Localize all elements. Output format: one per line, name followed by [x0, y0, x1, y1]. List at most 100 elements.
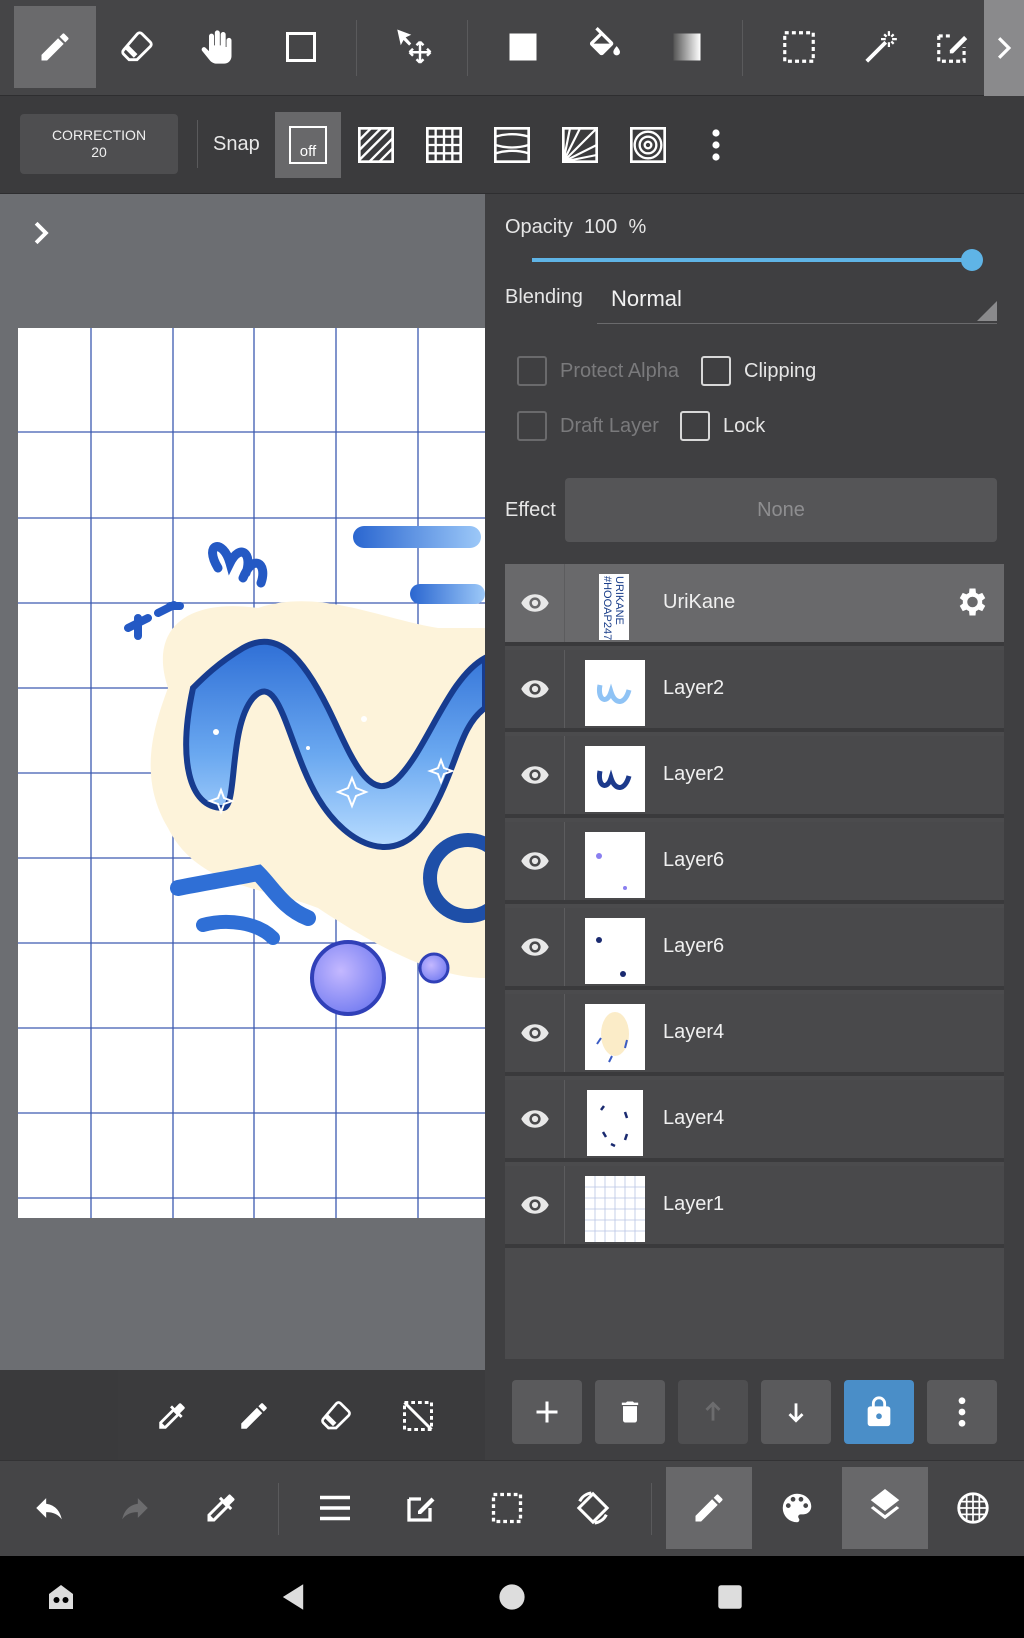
- layer-row[interactable]: Layer4: [505, 1080, 1004, 1162]
- rotate-canvas-button[interactable]: [550, 1467, 636, 1549]
- hand-icon: [201, 30, 232, 64]
- nav-recents-button[interactable]: [705, 1572, 755, 1622]
- opacity-slider[interactable]: [532, 249, 983, 271]
- gradient-tool-button[interactable]: [646, 6, 728, 88]
- visibility-toggle[interactable]: [505, 736, 565, 814]
- visibility-toggle[interactable]: [505, 564, 565, 642]
- layer-row[interactable]: Layer1: [505, 1166, 1004, 1248]
- snap-circle-button[interactable]: [615, 112, 681, 178]
- move-layer-up-button[interactable]: [678, 1380, 748, 1444]
- clipping-checkbox[interactable]: [701, 356, 731, 386]
- menu-button[interactable]: [292, 1467, 378, 1549]
- snap-radial-button[interactable]: [547, 112, 613, 178]
- move-layer-down-button[interactable]: [761, 1380, 831, 1444]
- snap-more-button[interactable]: [683, 112, 749, 178]
- deselect-button[interactable]: [390, 1388, 446, 1444]
- snap-off-button[interactable]: off: [275, 112, 341, 178]
- edit-canvas-button[interactable]: [378, 1467, 464, 1549]
- edit-icon: [407, 1497, 435, 1522]
- undo-icon: [36, 1498, 62, 1520]
- layer-name: Layer2: [663, 677, 725, 699]
- correction-value: 20: [91, 144, 107, 160]
- more-tools-button[interactable]: [984, 0, 1024, 96]
- effect-button[interactable]: None: [565, 478, 997, 542]
- deselect-icon: [403, 1401, 433, 1431]
- snap-parallel-button[interactable]: [343, 112, 409, 178]
- snap-radial-icon: [562, 127, 598, 163]
- move-tool-button[interactable]: [372, 6, 454, 88]
- selection-button[interactable]: [464, 1467, 550, 1549]
- add-layer-button[interactable]: [512, 1380, 582, 1444]
- nav-back-button[interactable]: [268, 1572, 318, 1622]
- canvas-area[interactable]: [0, 194, 485, 1370]
- visibility-toggle[interactable]: [505, 650, 565, 728]
- pencil-icon: [695, 1494, 723, 1522]
- quick-eraser-button[interactable]: [308, 1388, 364, 1444]
- snap-off-icon: off: [289, 126, 327, 164]
- correction-button[interactable]: CORRECTION 20: [20, 114, 178, 174]
- select-pen-tool-button[interactable]: [922, 6, 984, 88]
- pencil-icon: [241, 1403, 267, 1429]
- pencil-tool-button[interactable]: [14, 6, 96, 88]
- lock-checkbox[interactable]: [680, 411, 710, 441]
- eyedropper-button[interactable]: [144, 1388, 200, 1444]
- delete-layer-button[interactable]: [595, 1380, 665, 1444]
- magic-wand-tool-button[interactable]: [840, 6, 922, 88]
- draft-layer-checkbox[interactable]: [517, 411, 547, 441]
- snap-grid-button[interactable]: [411, 112, 477, 178]
- trash-icon: [621, 1401, 639, 1423]
- color-palette-button[interactable]: [754, 1467, 840, 1549]
- select-pen-icon: [937, 34, 968, 63]
- opacity-unit: %: [628, 216, 647, 238]
- arrow-up-icon: [705, 1401, 721, 1421]
- opacity-row: Opacity 100 %: [505, 216, 646, 239]
- visibility-toggle[interactable]: [505, 1166, 565, 1244]
- layers-icon: [870, 1489, 900, 1520]
- fill-rect-tool-button[interactable]: [482, 6, 564, 88]
- eraser-icon: [121, 31, 153, 62]
- snap-curve-icon: [494, 127, 530, 163]
- visibility-toggle[interactable]: [505, 1080, 565, 1158]
- artboard[interactable]: [18, 328, 485, 1218]
- layer-actions-bar: [485, 1370, 1024, 1460]
- blending-select[interactable]: Normal: [597, 276, 997, 324]
- move-icon: [397, 29, 432, 64]
- redo-button[interactable]: [92, 1467, 178, 1549]
- layer-settings-button[interactable]: [953, 584, 989, 620]
- opacity-slider-handle[interactable]: [961, 249, 983, 271]
- screen-pin-button[interactable]: [36, 1572, 86, 1622]
- bucket-tool-button[interactable]: [564, 6, 646, 88]
- lock-layer-button[interactable]: [844, 1380, 914, 1444]
- visibility-toggle[interactable]: [505, 908, 565, 986]
- protect-alpha-checkbox[interactable]: [517, 356, 547, 386]
- eraser-tool-button[interactable]: [96, 6, 178, 88]
- layer-more-button[interactable]: [927, 1380, 997, 1444]
- visibility-toggle[interactable]: [505, 994, 565, 1072]
- clipping-label: Clipping: [744, 360, 817, 382]
- layer-row[interactable]: Layer4: [505, 994, 1004, 1076]
- snap-curve-button[interactable]: [479, 112, 545, 178]
- brush-panel-button[interactable]: [666, 1467, 752, 1549]
- redo-icon: [122, 1498, 148, 1520]
- select-rect-tool-button[interactable]: [758, 6, 840, 88]
- lock-label: Lock: [723, 415, 766, 437]
- layer-row[interactable]: Layer6: [505, 822, 1004, 904]
- layers-panel-button[interactable]: [842, 1467, 928, 1549]
- expand-panel-button[interactable]: [30, 220, 52, 246]
- layer-thumbnail: [587, 1090, 643, 1156]
- material-button[interactable]: [930, 1467, 1016, 1549]
- layer-row[interactable]: URIKANE #HOOAP247 UriKane: [505, 564, 1004, 646]
- shape-tool-button[interactable]: [260, 6, 342, 88]
- undo-button[interactable]: [6, 1467, 92, 1549]
- snap-grid-icon: [426, 127, 462, 163]
- hand-tool-button[interactable]: [178, 6, 260, 88]
- color-picker-button[interactable]: [178, 1467, 264, 1549]
- layer-row[interactable]: Layer2: [505, 650, 1004, 732]
- select-rect-icon: [783, 31, 815, 63]
- visibility-toggle[interactable]: [505, 822, 565, 900]
- brush-button[interactable]: [226, 1388, 282, 1444]
- nav-home-button[interactable]: [487, 1572, 537, 1622]
- layer-row[interactable]: Layer2: [505, 736, 1004, 818]
- layer-row[interactable]: Layer6: [505, 908, 1004, 990]
- accessibility-home-icon: [49, 1585, 73, 1609]
